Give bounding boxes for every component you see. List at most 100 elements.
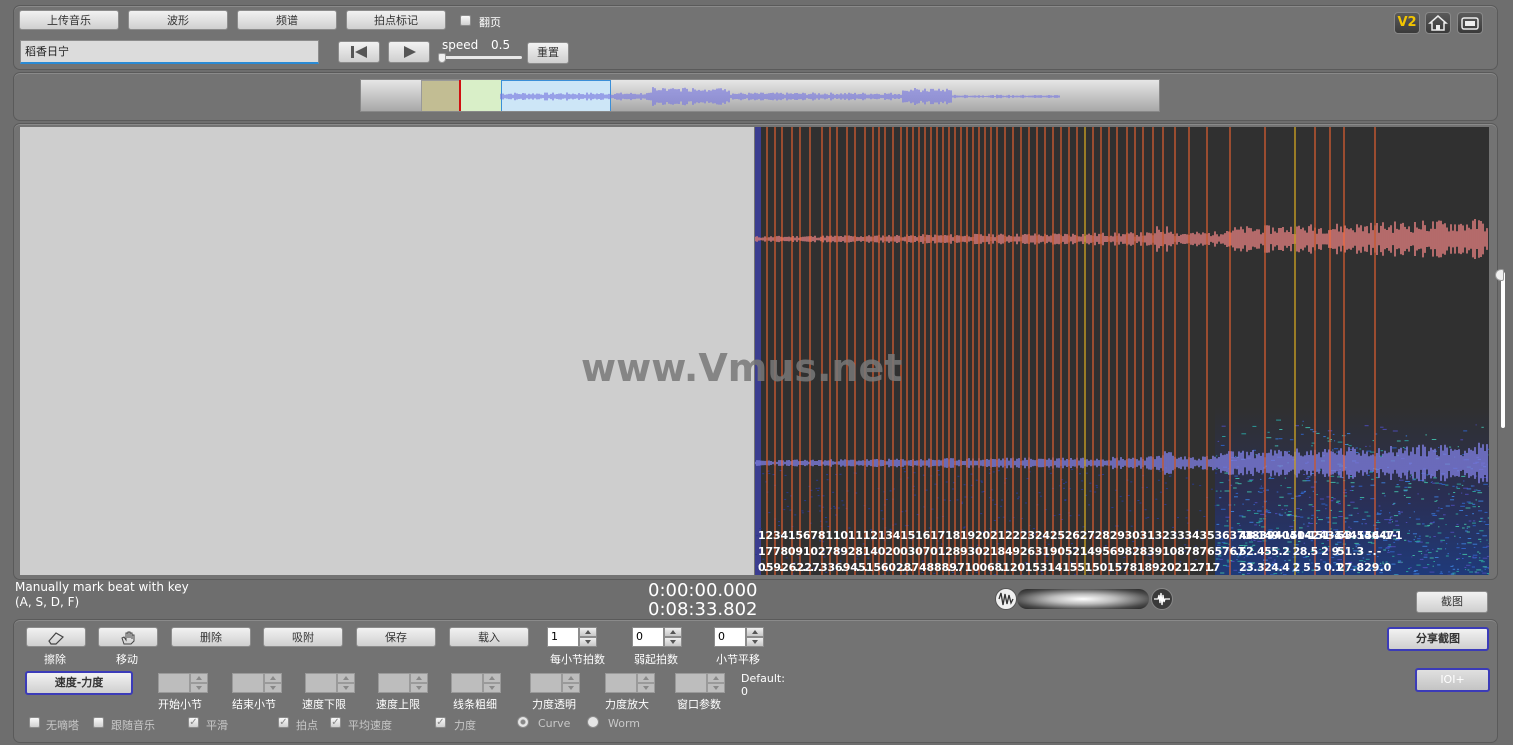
- spectrogram-cell: [1427, 524, 1430, 526]
- flip-page-checkbox[interactable]: [460, 15, 471, 26]
- bar-offset-down[interactable]: [746, 637, 764, 647]
- spectrogram-cell: [956, 499, 959, 501]
- beats-per-bar-up[interactable]: [579, 627, 597, 637]
- beat-labels-row1-tail-a: 48-149-150-151-1: [1239, 529, 1342, 542]
- spectrogram-cell: [1463, 487, 1468, 489]
- tempo-max-stepper[interactable]: [378, 673, 428, 693]
- speed-slider-track[interactable]: [440, 56, 522, 59]
- window-param-stepper[interactable]: [675, 673, 725, 693]
- vertical-scrollbar[interactable]: [1501, 272, 1505, 428]
- beats-per-bar-value[interactable]: 1: [547, 627, 579, 647]
- spectrogram-cell: [1432, 565, 1434, 567]
- fullscreen-icon[interactable]: [1457, 12, 1483, 34]
- beat-mark-button[interactable]: 拍点标记: [346, 10, 446, 30]
- spectrogram-cell: [1465, 507, 1471, 509]
- dynamics-checkbox[interactable]: ✓: [435, 717, 446, 728]
- spectrogram-cell: [1388, 522, 1392, 524]
- spectrogram-cell: [1318, 519, 1323, 521]
- upload-music-button[interactable]: 上传音乐: [19, 10, 119, 30]
- pickup-up[interactable]: [664, 627, 682, 637]
- spectrogram-cell: [1409, 567, 1412, 569]
- spectrogram-cell: [1476, 569, 1482, 571]
- spectrogram-cell: [1459, 510, 1464, 511]
- overview-waveform[interactable]: [360, 79, 1160, 112]
- smooth-checkbox[interactable]: ✓: [188, 717, 199, 728]
- avg-tempo-checkbox[interactable]: ✓: [330, 717, 341, 728]
- no-tick-checkbox[interactable]: [29, 717, 40, 728]
- spectrogram-cell: [1307, 517, 1310, 519]
- share-screenshot-button[interactable]: 分享截图: [1387, 627, 1489, 651]
- pickup-stepper[interactable]: 0: [632, 627, 682, 647]
- screenshot-button[interactable]: 截图: [1416, 591, 1488, 613]
- spectrogram-cell: [1301, 424, 1303, 426]
- spectrogram-cell: [1392, 555, 1395, 557]
- dyn-alpha-stepper[interactable]: [530, 673, 580, 693]
- spectrogram-cell: [1468, 502, 1473, 504]
- spectrogram-cell: [980, 513, 983, 515]
- spectrogram-cell: [1289, 439, 1294, 441]
- spectrogram-cell: [1377, 512, 1379, 514]
- start-bar-stepper[interactable]: [158, 673, 208, 693]
- current-time: 0:00:00.000: [648, 580, 758, 601]
- end-bar-stepper[interactable]: [232, 673, 282, 693]
- waveform-button[interactable]: 波形: [128, 10, 228, 30]
- dynamics-label: 力度: [454, 719, 476, 732]
- beats-per-bar-down[interactable]: [579, 637, 597, 647]
- spectrogram-cell: [1439, 518, 1444, 520]
- zoom-slider[interactable]: [1017, 589, 1149, 609]
- spectrogram-cell: [1355, 452, 1359, 454]
- speed-slider-thumb[interactable]: [438, 53, 446, 63]
- scrollbar-thumb[interactable]: [1495, 269, 1504, 281]
- save-button[interactable]: 保存: [356, 627, 436, 647]
- spectrogram-cell: [1445, 548, 1447, 550]
- pulse-zoom-icon[interactable]: [1151, 588, 1173, 610]
- delete-button[interactable]: 删除: [171, 627, 251, 647]
- move-button[interactable]: [98, 627, 158, 647]
- skip-to-start-button[interactable]: [338, 41, 380, 63]
- zoom-control[interactable]: [995, 588, 1173, 610]
- spectrogram-cell: [963, 484, 966, 486]
- line-width-stepper[interactable]: [451, 673, 501, 693]
- beats-per-bar-stepper[interactable]: 1: [547, 627, 597, 647]
- playhead-marker[interactable]: [459, 80, 461, 111]
- v2-icon[interactable]: V2: [1394, 12, 1420, 34]
- load-button[interactable]: 载入: [449, 627, 529, 647]
- pickup-value[interactable]: 0: [632, 627, 664, 647]
- spectrogram-cell: [1081, 480, 1084, 482]
- spectrogram-cell: [1486, 545, 1489, 547]
- worm-radio[interactable]: [587, 716, 599, 728]
- spectrogram-cell: [1425, 542, 1430, 544]
- spectrogram-cell: [1421, 498, 1425, 500]
- spectrogram-cell: [1429, 536, 1431, 538]
- title-input[interactable]: 稻香日宁: [20, 40, 319, 64]
- curve-radio[interactable]: [517, 716, 529, 728]
- dyn-scale-stepper[interactable]: [605, 673, 655, 693]
- ioi-button[interactable]: IOI+: [1415, 668, 1490, 692]
- tempo-dynamics-button[interactable]: 速度-力度: [25, 671, 133, 695]
- bar-offset-up[interactable]: [746, 627, 764, 637]
- spectrum-button[interactable]: 频谱: [237, 10, 337, 30]
- avg-tempo-label: 平均速度: [348, 719, 392, 732]
- beat-checkbox[interactable]: ✓: [278, 717, 289, 728]
- play-button[interactable]: [388, 41, 430, 63]
- spectrogram-cell: [1249, 479, 1253, 481]
- home-icon[interactable]: [1425, 12, 1451, 34]
- spectrogram-cell: [1422, 567, 1428, 569]
- spectrogram-cell: [1262, 506, 1264, 508]
- bar-offset-stepper[interactable]: 0: [714, 627, 764, 647]
- follow-music-checkbox[interactable]: [93, 717, 104, 728]
- erase-button[interactable]: [26, 627, 86, 647]
- tempo-min-stepper[interactable]: [305, 673, 355, 693]
- spectrogram-cell: [1468, 520, 1472, 522]
- spectrogram-cell: [1063, 483, 1065, 485]
- reset-button[interactable]: 重置: [527, 42, 569, 64]
- pickup-down[interactable]: [664, 637, 682, 647]
- bar-offset-value[interactable]: 0: [714, 627, 746, 647]
- waveform-zoom-icon[interactable]: [995, 588, 1017, 610]
- spectrogram-cell: [1461, 475, 1466, 477]
- spectrogram-cell: [1484, 511, 1488, 513]
- snap-button[interactable]: 吸附: [263, 627, 343, 647]
- spectrogram-cell: [1366, 450, 1372, 452]
- spectrogram-cell: [1119, 495, 1122, 497]
- spectrogram-cell: [1390, 551, 1395, 553]
